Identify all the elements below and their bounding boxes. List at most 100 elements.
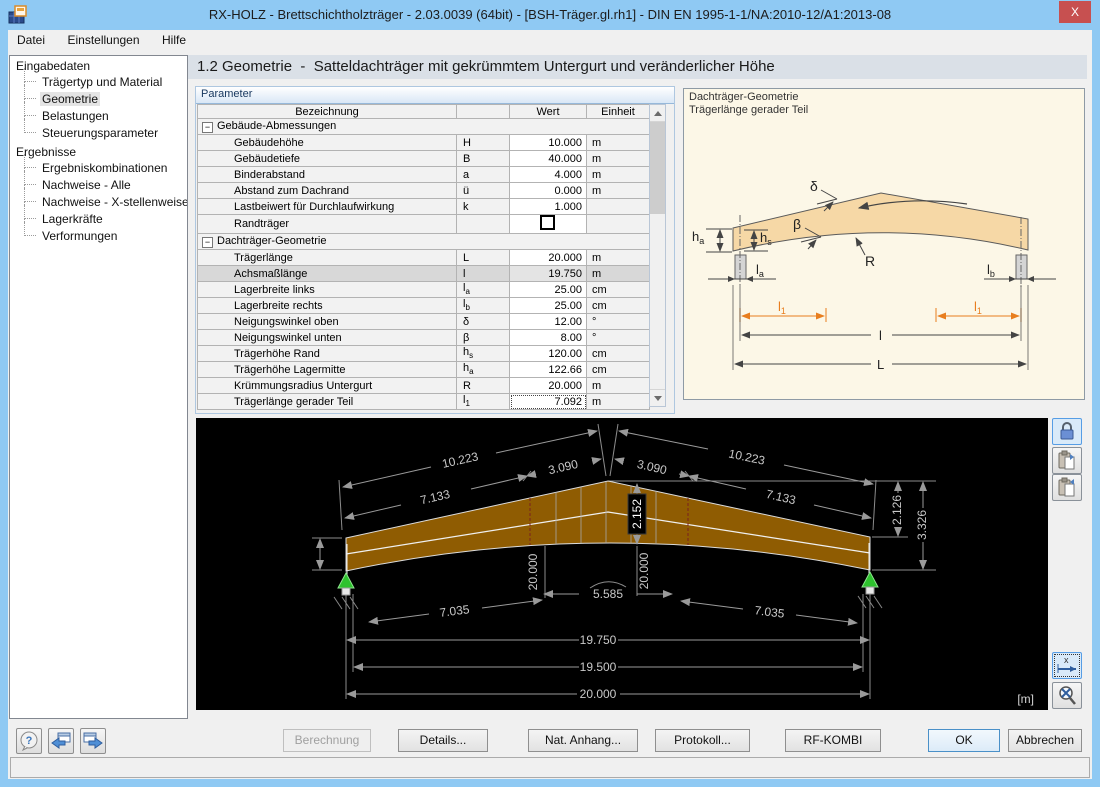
menu-bar: Datei Einstellungen Hilfe: [8, 30, 1092, 53]
parameter-name: Lagerbreite rechts: [197, 297, 457, 314]
parameter-symbol: lb: [456, 297, 510, 314]
scrollbar-thumb[interactable]: [650, 122, 665, 214]
parameter-value-cell[interactable]: 10.000: [509, 134, 587, 151]
beam-drawing-canvas[interactable]: 10.223 10.223 7.133 7.133 3.090 3.090 2.…: [196, 418, 1048, 710]
parameter-unit: cm: [586, 281, 650, 298]
parameter-row[interactable]: Gebäudehöhe H 10.000 m: [197, 134, 650, 151]
parameter-symbol: β: [456, 329, 510, 346]
menu-einstellungen[interactable]: Einstellungen: [58, 30, 148, 51]
parameter-value-cell[interactable]: 120.00: [509, 345, 587, 362]
parameter-name: Gebäudetiefe: [197, 150, 457, 167]
parameter-value-cell[interactable]: 8.00: [509, 329, 587, 346]
parameter-row[interactable]: Trägerhöhe Lagermitte ha 122.66 cm: [197, 361, 650, 378]
sidebar-item-lagerkräfte[interactable]: Lagerkräfte: [10, 205, 187, 231]
parameter-value-cell[interactable]: [509, 214, 587, 234]
column-header-symbol: [456, 104, 510, 119]
parameter-row[interactable]: Achsmaßlänge l 19.750 m: [197, 265, 650, 282]
parameter-value-cell[interactable]: 7.092: [509, 393, 587, 410]
collapse-toggle-icon[interactable]: −: [202, 122, 213, 133]
total-length-label: L: [877, 357, 884, 372]
parameter-value-cell[interactable]: 19.750: [509, 265, 587, 282]
lock-view-button[interactable]: [1052, 418, 1082, 445]
sidebar-item-belastungen[interactable]: Belastungen: [10, 102, 187, 128]
berechnung-button[interactable]: Berechnung: [283, 729, 371, 752]
dimension-label: 5.585: [593, 587, 623, 601]
window-title: RX-HOLZ - Brettschichtholzträger - 2.03.…: [208, 7, 892, 22]
dimension-label: 3.090: [547, 457, 580, 477]
parameter-row[interactable]: Trägerlänge gerader Teil l1 7.092 m: [197, 393, 650, 410]
close-button[interactable]: X: [1059, 1, 1091, 23]
parameter-row[interactable]: Lagerbreite rechts lb 25.00 cm: [197, 297, 650, 314]
title-bar[interactable]: RX-HOLZ - Brettschichtholzträger - 2.03.…: [0, 0, 1100, 30]
unit-indicator: [m]: [1017, 692, 1034, 706]
previous-window-button[interactable]: [48, 728, 74, 754]
parameter-name: Trägerhöhe Lagermitte: [197, 361, 457, 378]
parameter-row[interactable]: Neigungswinkel unten β 8.00 °: [197, 329, 650, 346]
parameter-value-cell[interactable]: 4.000: [509, 166, 587, 183]
scrollbar-up-button[interactable]: [650, 105, 665, 122]
cancel-button[interactable]: Abbrechen: [1008, 729, 1082, 752]
parameter-row[interactable]: Binderabstand a 4.000 m: [197, 166, 650, 183]
copy-to-clipboard-button[interactable]: [1052, 447, 1082, 474]
nat-anhang-button[interactable]: Nat. Anhang...: [528, 729, 638, 752]
parameter-row[interactable]: Krümmungsradius Untergurt R 20.000 m: [197, 377, 650, 394]
parameter-row[interactable]: Trägerlänge L 20.000 m: [197, 249, 650, 266]
protokoll-button[interactable]: Protokoll...: [655, 729, 750, 752]
dimension-label: 10.223: [727, 446, 766, 467]
zoom-reset-button[interactable]: [1052, 682, 1082, 709]
sidebar-item-verformungen[interactable]: Verformungen: [10, 222, 187, 245]
parameter-value-cell[interactable]: 20.000: [509, 249, 587, 266]
sidebar-group-eingabedaten[interactable]: Eingabedaten: [10, 56, 187, 74]
sidebar-item-nachweise-x-stellenweise[interactable]: Nachweise - X-stellenweise: [10, 188, 187, 214]
parameter-value-cell[interactable]: 25.00: [509, 297, 587, 314]
app-icon: [8, 5, 28, 25]
parameter-value-cell[interactable]: 1.000: [509, 198, 587, 215]
sidebar-item-ergebniskombinationen[interactable]: Ergebniskombinationen: [10, 154, 187, 180]
sidebar-item-steuerungsparameter[interactable]: Steuerungsparameter: [10, 119, 187, 142]
parameter-value-cell[interactable]: 122.66: [509, 361, 587, 378]
help-button[interactable]: ?: [16, 728, 42, 754]
parameter-section-row[interactable]: − Dachträger-Geometrie: [197, 233, 650, 250]
parameter-value-cell[interactable]: 20.000: [509, 377, 587, 394]
parameter-name: Lastbeiwert für Durchlaufwirkung: [197, 198, 457, 215]
parameter-value-cell[interactable]: 40.000: [509, 150, 587, 167]
parameter-row[interactable]: Gebäudetiefe B 40.000 m: [197, 150, 650, 167]
parameter-value-cell[interactable]: 0.000: [509, 182, 587, 199]
details-button[interactable]: Details...: [398, 729, 488, 752]
parameter-row[interactable]: Trägerhöhe Rand hs 120.00 cm: [197, 345, 650, 362]
dimension-label: 3.090: [636, 457, 669, 477]
beta-label: β: [793, 216, 801, 232]
geometry-schematic: δ β R ha hs la lb l1 l1 l L: [692, 178, 1056, 372]
table-scrollbar[interactable]: [649, 104, 666, 407]
sidebar-group-ergebnisse[interactable]: Ergebnisse: [10, 142, 187, 160]
menu-datei[interactable]: Datei: [8, 30, 54, 51]
menu-hilfe[interactable]: Hilfe: [153, 30, 195, 51]
parameter-unit: [586, 214, 650, 234]
parameter-row[interactable]: Randträger: [197, 214, 650, 234]
parameter-value-cell[interactable]: 12.00: [509, 313, 587, 330]
parameter-unit: m: [586, 249, 650, 266]
randtraeger-checkbox[interactable]: [540, 215, 555, 230]
next-window-button[interactable]: [80, 728, 106, 754]
parameter-unit: m: [586, 393, 650, 410]
dimensioning-toggle-button[interactable]: x: [1052, 652, 1082, 679]
parameter-value-cell[interactable]: 25.00: [509, 281, 587, 298]
sidebar-item-nachweise-alle[interactable]: Nachweise - Alle: [10, 171, 187, 197]
collapse-toggle-icon[interactable]: −: [202, 237, 213, 248]
sidebar-item-geometrie[interactable]: Geometrie: [10, 85, 187, 111]
parameter-row[interactable]: Lastbeiwert für Durchlaufwirkung k 1.000: [197, 198, 650, 215]
radius-label: R: [865, 253, 875, 269]
scrollbar-down-button[interactable]: [650, 389, 665, 406]
sidebar-item-label: Nachweise - Alle: [42, 178, 131, 192]
parameter-row[interactable]: Lagerbreite links la 25.00 cm: [197, 281, 650, 298]
parameter-row[interactable]: Neigungswinkel oben δ 12.00 °: [197, 313, 650, 330]
parameter-row[interactable]: Abstand zum Dachrand ü 0.000 m: [197, 182, 650, 199]
dimension-label: 20.000: [637, 552, 651, 589]
rf-kombi-button[interactable]: RF-KOMBI: [785, 729, 881, 752]
ha-label: ha: [692, 229, 704, 246]
ok-button[interactable]: OK: [928, 729, 1000, 752]
sidebar-item-trägertyp-und-material[interactable]: Trägertyp und Material: [10, 68, 187, 94]
copy-to-file-button[interactable]: [1052, 474, 1082, 501]
beam-shape: [732, 192, 1029, 252]
parameter-section-row[interactable]: − Gebäude-Abmessungen: [197, 118, 650, 135]
